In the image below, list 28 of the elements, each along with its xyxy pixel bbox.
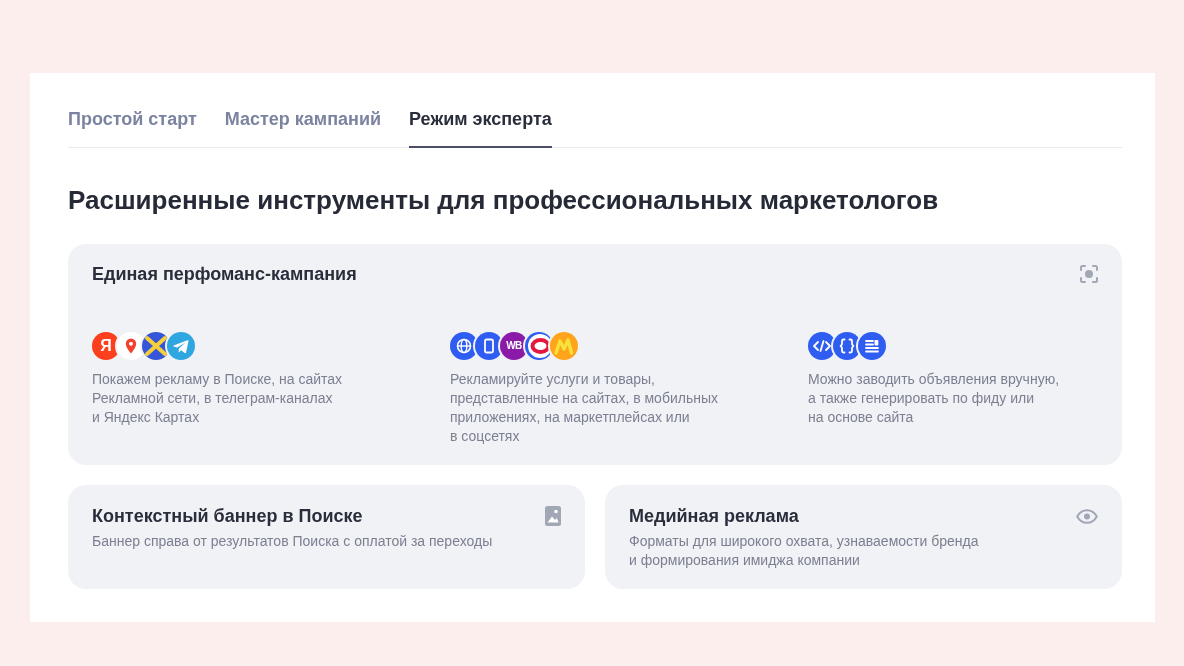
paper-plane-icon — [167, 332, 195, 360]
feature-description: Можно заводить объявления вручную, а также генерировать по фиду или на основе сайта — [808, 370, 1060, 427]
card-title: Контекстный баннер в Поиске — [92, 505, 363, 528]
feature-description: Рекламируйте услуги и товары, представленные на сайтах, в мобильных приложениях, на маркетплейсах или в соцсетях — [450, 370, 719, 446]
crossed-circle-icon — [142, 332, 170, 360]
zigzag-icon — [550, 332, 578, 360]
phone-icon — [475, 332, 503, 360]
code-icon — [808, 332, 836, 360]
feature-description: Покажем рекламу в Поиске, на сайтах Рекламной сети, в телеграм-каналах и Яндекс Картах — [92, 370, 344, 427]
page-heading: Расширенные инструменты для профессиональных маркетологов — [68, 184, 940, 217]
campaign-card[interactable]: Медийная реклама Форматы для широкого охвата, узнаваемости бренда и формирования имиджа компании — [605, 485, 1122, 589]
focus-icon — [1080, 265, 1098, 283]
card-title: Единая перфоманс-кампания — [92, 263, 357, 286]
card-description: Баннер справа от результатов Поиска с оплатой за переходы — [92, 532, 494, 551]
tab[interactable]: Мастер кампаний — [224, 106, 382, 148]
globe-icon — [450, 332, 478, 360]
card-title: Медийная реклама — [629, 505, 799, 528]
tab[interactable]: Простой старт — [68, 106, 197, 148]
braces-icon — [833, 332, 861, 360]
tab[interactable]: Режим эксперта — [409, 106, 552, 148]
eye-icon — [1076, 508, 1098, 524]
card-description: Форматы для широкого охвата, узнаваемости бренда и формирования имиджа компании — [629, 532, 980, 570]
ring-icon — [525, 332, 553, 360]
campaign-card[interactable] — [68, 244, 1122, 465]
image-icon — [545, 506, 561, 526]
campaign-card[interactable]: Контекстный баннер в Поиске Баннер справа от результатов Поиска с оплатой за переходы — [68, 485, 585, 589]
list-icon — [858, 332, 886, 360]
map-pin-icon — [117, 332, 145, 360]
